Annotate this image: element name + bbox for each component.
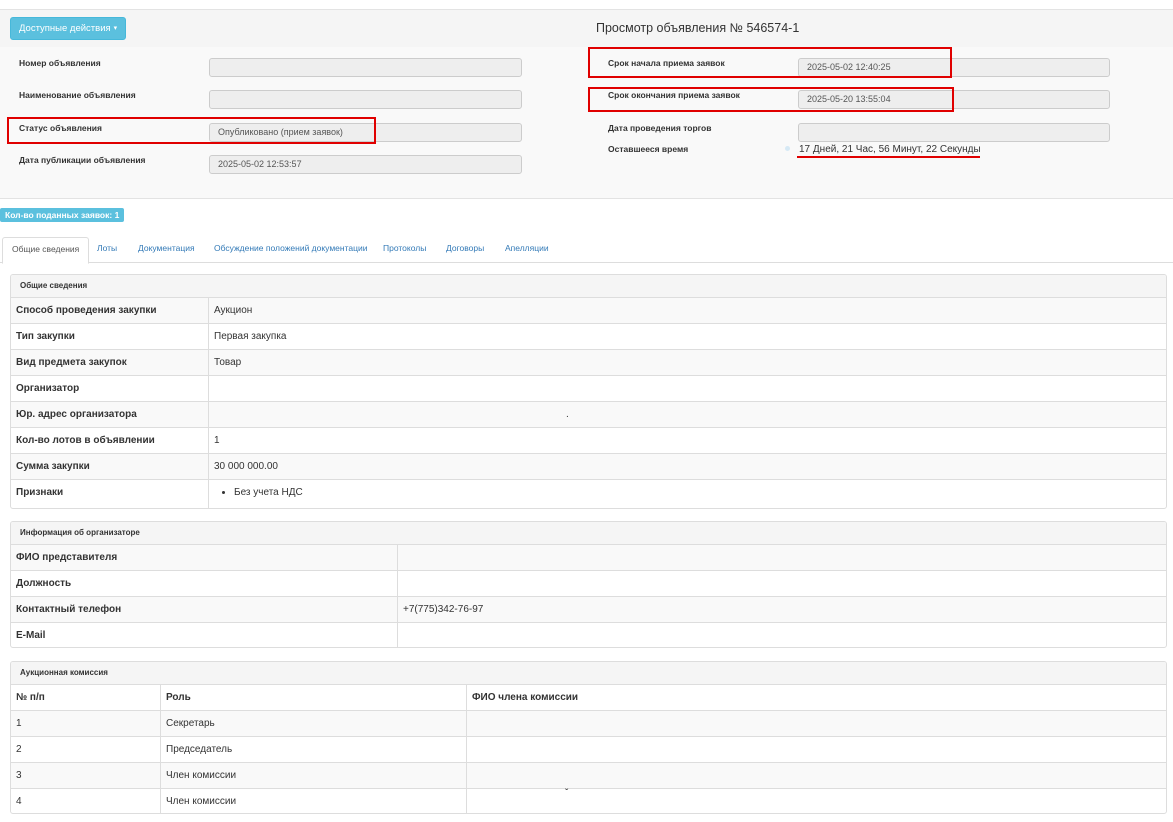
row-member-name-cell: ˇ bbox=[466, 788, 1166, 813]
row-label: Должность bbox=[16, 578, 72, 589]
tab-lots[interactable]: Лоты bbox=[97, 237, 117, 263]
row-role: Секретарь bbox=[160, 711, 466, 736]
row-member-name: ˇ bbox=[565, 788, 569, 799]
row-number: 2 bbox=[16, 744, 22, 755]
list-item: Без учета НДС bbox=[234, 480, 1166, 505]
available-actions-label: Доступные действия bbox=[19, 23, 111, 35]
remaining-time-value: 17 Дней, 21 Час, 56 Минут, 22 Секунды bbox=[799, 144, 981, 155]
row-value-cell: . bbox=[208, 402, 1166, 427]
publication-date-label: Дата публикации объявления bbox=[19, 155, 146, 165]
row-label: Способ проведения закупки bbox=[16, 305, 157, 316]
row-label: ФИО представителя bbox=[16, 552, 118, 563]
table-row: Тип закупки Первая закупка bbox=[11, 324, 1166, 350]
row-member-name bbox=[466, 737, 1166, 762]
table-row: Юр. адрес организатора . bbox=[11, 402, 1166, 428]
table-row: E-Mail bbox=[11, 623, 1166, 647]
publication-date-field[interactable]: 2025-05-02 12:53:57 bbox=[209, 155, 522, 174]
applications-count-badge: Кол-во поданных заявок: 1 bbox=[0, 208, 125, 222]
row-value bbox=[397, 623, 1166, 647]
table-row: 1 Секретарь bbox=[11, 711, 1166, 737]
tab-documentation-discussion[interactable]: Обсуждение положений документации bbox=[214, 237, 368, 263]
column-header-role: Роль bbox=[160, 685, 466, 710]
table-row: 3 Член комиссии bbox=[11, 763, 1166, 789]
announcement-status-field[interactable]: Опубликовано (прием заявок) bbox=[209, 123, 522, 142]
row-role: Председатель bbox=[160, 737, 466, 762]
row-role: Член комиссии bbox=[160, 789, 466, 813]
table-header-row: № п/п Роль ФИО члена комиссии bbox=[11, 685, 1166, 711]
table-row: 2 Председатель bbox=[11, 737, 1166, 763]
page-header: Доступные действия ▾ Просмотр объявления … bbox=[0, 9, 1173, 48]
table-row: Вид предмета закупок Товар bbox=[11, 350, 1166, 376]
table-row: Способ проведения закупки Аукцион bbox=[11, 298, 1166, 324]
row-value: Первая закупка bbox=[208, 324, 1166, 349]
row-value bbox=[397, 571, 1166, 596]
organizer-info-panel: Информация об организаторе ФИО представи… bbox=[10, 521, 1167, 648]
row-value bbox=[208, 376, 1166, 401]
acceptance-start-label: Срок начала приема заявок bbox=[608, 58, 725, 68]
acceptance-end-label: Срок окончания приема заявок bbox=[608, 90, 740, 100]
table-row: 4 Член комиссии ˇ bbox=[11, 788, 1166, 813]
table-row: Сумма закупки 30 000 000.00 bbox=[11, 454, 1166, 480]
announcement-number-field[interactable] bbox=[209, 58, 522, 77]
row-label: E-Mail bbox=[16, 630, 46, 641]
row-label: Юр. адрес организатора bbox=[16, 409, 137, 420]
general-info-heading: Общие сведения bbox=[11, 275, 1166, 298]
timer-dot-icon bbox=[785, 146, 790, 151]
row-label: Тип закупки bbox=[16, 331, 75, 342]
column-header-number: № п/п bbox=[16, 692, 45, 703]
highlight-underline-remaining bbox=[797, 156, 980, 158]
tab-appeals[interactable]: Апелляции bbox=[505, 237, 549, 263]
tab-documentation[interactable]: Документация bbox=[138, 237, 195, 263]
remaining-time-label: Оставшееся время bbox=[608, 144, 689, 154]
organizer-info-heading: Информация об организаторе bbox=[11, 522, 1166, 545]
row-label: Кол-во лотов в объявлении bbox=[16, 435, 155, 446]
available-actions-button[interactable]: Доступные действия ▾ bbox=[10, 17, 127, 40]
page-title: Просмотр объявления № 546574-1 bbox=[596, 21, 800, 35]
row-label: Контактный телефон bbox=[16, 604, 122, 615]
row-value: Товар bbox=[208, 350, 1166, 375]
row-value: +7(775)342-76-97 bbox=[397, 597, 1166, 622]
row-value-cell: Без учета НДС bbox=[208, 480, 1166, 508]
table-row: Контактный телефон +7(775)342-76-97 bbox=[11, 597, 1166, 623]
tab-general[interactable]: Общие сведения bbox=[2, 237, 90, 264]
table-row: ФИО представителя bbox=[11, 545, 1166, 571]
acceptance-end-field[interactable]: 2025-05-20 13:55:04 bbox=[798, 90, 1110, 109]
acceptance-start-field[interactable]: 2025-05-02 12:40:25 bbox=[798, 58, 1110, 77]
row-value: 30 000 000.00 bbox=[208, 454, 1166, 479]
column-header-member-name: ФИО члена комиссии bbox=[466, 685, 1166, 710]
tab-protocols[interactable]: Протоколы bbox=[383, 237, 426, 263]
row-member-name bbox=[466, 711, 1166, 736]
general-info-panel: Общие сведения Способ проведения закупки… bbox=[10, 274, 1167, 509]
announcement-status-label: Статус объявления bbox=[19, 123, 102, 133]
tab-contracts[interactable]: Договоры bbox=[446, 237, 484, 263]
row-label: Организатор bbox=[16, 383, 80, 394]
row-member-name bbox=[466, 763, 1166, 788]
row-value: . bbox=[566, 409, 569, 420]
auction-date-label: Дата проведения торгов bbox=[608, 123, 712, 133]
commission-heading: Аукционная комиссия bbox=[11, 662, 1166, 685]
features-list: Без учета НДС bbox=[209, 480, 1166, 505]
row-number: 3 bbox=[16, 770, 22, 781]
commission-panel: Аукционная комиссия № п/п Роль ФИО члена… bbox=[10, 661, 1167, 814]
row-number: 1 bbox=[16, 718, 22, 729]
auction-date-field[interactable] bbox=[798, 123, 1110, 142]
table-row: Признаки Без учета НДС bbox=[11, 480, 1166, 508]
row-value bbox=[397, 545, 1166, 570]
table-row: Организатор bbox=[11, 376, 1166, 402]
row-label: Признаки bbox=[16, 487, 64, 498]
row-role: Член комиссии bbox=[160, 763, 466, 788]
caret-down-icon: ▾ bbox=[113, 25, 118, 32]
row-number: 4 bbox=[16, 796, 22, 807]
announcement-name-field[interactable] bbox=[209, 90, 522, 109]
row-label: Вид предмета закупок bbox=[16, 357, 127, 368]
announcement-number-label: Номер объявления bbox=[19, 58, 101, 68]
table-row: Кол-во лотов в объявлении 1 bbox=[11, 428, 1166, 454]
row-value: 1 bbox=[208, 428, 1166, 453]
announcement-name-label: Наименование объявления bbox=[19, 90, 136, 100]
table-row: Должность bbox=[11, 571, 1166, 597]
row-value: Аукцион bbox=[208, 298, 1166, 323]
row-label: Сумма закупки bbox=[16, 461, 90, 472]
